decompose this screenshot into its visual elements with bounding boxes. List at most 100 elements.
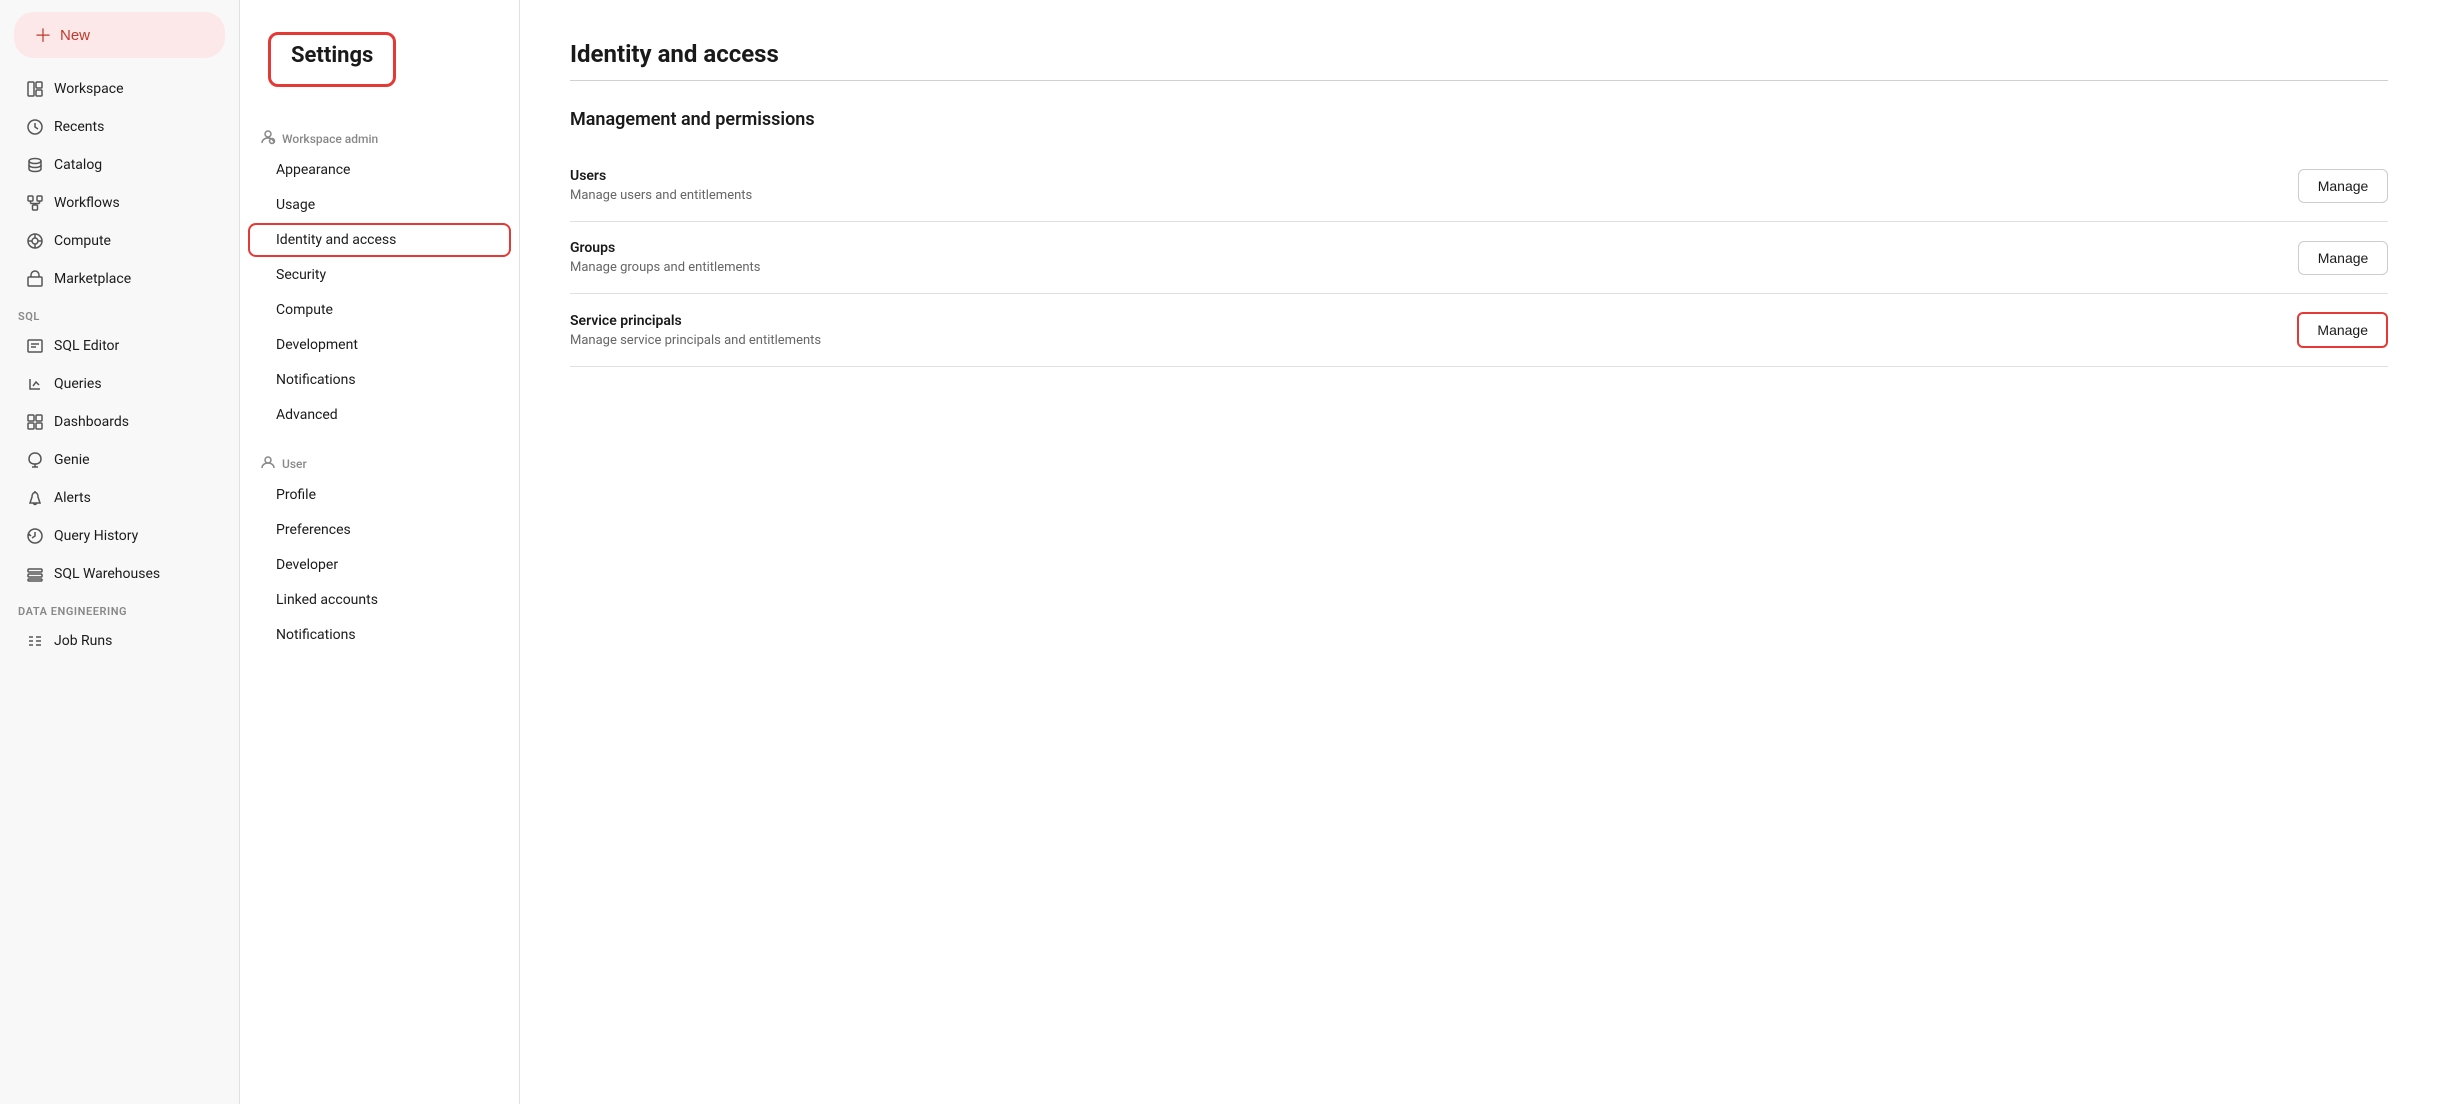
settings-preferences[interactable]: Preferences	[248, 513, 511, 547]
users-desc: Manage users and entitlements	[570, 188, 752, 203]
groups-manage-button[interactable]: Manage	[2298, 241, 2388, 275]
section-subtitle: Management and permissions	[570, 109, 2388, 130]
usage-label: Usage	[276, 197, 315, 213]
sql-section-label: SQL	[0, 298, 239, 327]
user-notifications-label: Notifications	[276, 627, 356, 643]
sidebar-item-workspace[interactable]: Workspace	[8, 71, 231, 107]
workflows-icon	[26, 194, 44, 212]
sidebar-item-alerts-label: Alerts	[54, 490, 91, 506]
developer-label: Developer	[276, 557, 338, 573]
linked-accounts-label: Linked accounts	[276, 592, 378, 608]
groups-desc: Manage groups and entitlements	[570, 260, 761, 275]
settings-development[interactable]: Development	[248, 328, 511, 362]
settings-usage[interactable]: Usage	[248, 188, 511, 222]
user-icon	[260, 454, 276, 473]
preferences-label: Preferences	[276, 522, 351, 538]
groups-name: Groups	[570, 240, 761, 256]
settings-user-notifications[interactable]: Notifications	[248, 618, 511, 652]
identity-and-access-label: Identity and access	[276, 232, 396, 248]
new-button[interactable]: ＋ New	[14, 12, 225, 58]
sidebar-item-query-history-label: Query History	[54, 528, 138, 544]
sidebar-item-sql-editor-label: SQL Editor	[54, 338, 119, 354]
sidebar-item-query-history[interactable]: Query History	[8, 518, 231, 554]
users-info: Users Manage users and entitlements	[570, 168, 752, 203]
sidebar-item-workflows[interactable]: Workflows	[8, 185, 231, 221]
sidebar-item-genie-label: Genie	[54, 452, 90, 468]
plus-icon: ＋	[34, 22, 52, 48]
sidebar-item-catalog[interactable]: Catalog	[8, 147, 231, 183]
sidebar-item-workflows-label: Workflows	[54, 195, 120, 211]
alerts-icon	[26, 489, 44, 507]
main-content: Identity and access Management and permi…	[520, 0, 2438, 1104]
workspace-icon	[26, 80, 44, 98]
settings-linked-accounts[interactable]: Linked accounts	[248, 583, 511, 617]
sidebar-item-alerts[interactable]: Alerts	[8, 480, 231, 516]
settings-advanced[interactable]: Advanced	[248, 398, 511, 432]
settings-developer[interactable]: Developer	[248, 548, 511, 582]
advanced-label: Advanced	[276, 407, 338, 423]
new-label: New	[60, 27, 90, 44]
genie-icon	[26, 451, 44, 469]
user-label: User	[282, 457, 307, 471]
compute-icon	[26, 232, 44, 250]
sidebar-item-genie[interactable]: Genie	[8, 442, 231, 478]
users-manage-button[interactable]: Manage	[2298, 169, 2388, 203]
workspace-admin-section: Workspace admin	[240, 119, 519, 152]
settings-notifications[interactable]: Notifications	[248, 363, 511, 397]
query-history-icon	[26, 527, 44, 545]
sidebar-item-dashboards-label: Dashboards	[54, 414, 129, 430]
sidebar-item-job-runs-label: Job Runs	[54, 633, 112, 649]
notifications-label: Notifications	[276, 372, 356, 388]
compute-label: Compute	[276, 302, 333, 318]
sidebar-item-queries-label: Queries	[54, 376, 102, 392]
settings-appearance[interactable]: Appearance	[248, 153, 511, 187]
service-principals-name: Service principals	[570, 313, 821, 329]
sidebar-item-sql-warehouses[interactable]: SQL Warehouses	[8, 556, 231, 592]
service-principals-info: Service principals Manage service princi…	[570, 313, 821, 348]
sidebar-item-compute-label: Compute	[54, 233, 111, 249]
sidebar-item-dashboards[interactable]: Dashboards	[8, 404, 231, 440]
marketplace-icon	[26, 270, 44, 288]
development-label: Development	[276, 337, 358, 353]
service-principals-row: Service principals Manage service princi…	[570, 294, 2388, 367]
settings-panel: Settings Workspace admin Appearance Usag…	[240, 0, 520, 1104]
sidebar-item-marketplace-label: Marketplace	[54, 271, 131, 287]
page-title: Identity and access	[570, 40, 2388, 68]
sidebar-item-compute[interactable]: Compute	[8, 223, 231, 259]
user-section: User	[240, 444, 519, 477]
service-principals-desc: Manage service principals and entitlemen…	[570, 333, 821, 348]
sidebar-item-recents[interactable]: Recents	[8, 109, 231, 145]
workspace-admin-icon	[260, 129, 276, 148]
sidebar-item-sql-editor[interactable]: SQL Editor	[8, 328, 231, 364]
settings-identity-and-access[interactable]: Identity and access	[248, 223, 511, 257]
users-name: Users	[570, 168, 752, 184]
queries-icon	[26, 375, 44, 393]
appearance-label: Appearance	[276, 162, 350, 178]
catalog-icon	[26, 156, 44, 174]
users-row: Users Manage users and entitlements Mana…	[570, 150, 2388, 222]
sidebar-item-recents-label: Recents	[54, 119, 104, 135]
title-divider	[570, 80, 2388, 81]
data-eng-section-label: Data Engineering	[0, 593, 239, 622]
sidebar-item-marketplace[interactable]: Marketplace	[8, 261, 231, 297]
security-label: Security	[276, 267, 326, 283]
groups-row: Groups Manage groups and entitlements Ma…	[570, 222, 2388, 294]
profile-label: Profile	[276, 487, 316, 503]
job-runs-icon	[26, 632, 44, 650]
workspace-admin-label: Workspace admin	[282, 132, 378, 146]
groups-info: Groups Manage groups and entitlements	[570, 240, 761, 275]
clock-icon	[26, 118, 44, 136]
settings-title: Settings	[268, 32, 396, 87]
dashboards-icon	[26, 413, 44, 431]
service-principals-manage-button[interactable]: Manage	[2297, 312, 2388, 348]
sidebar-item-catalog-label: Catalog	[54, 157, 102, 173]
settings-security[interactable]: Security	[248, 258, 511, 292]
settings-compute[interactable]: Compute	[248, 293, 511, 327]
settings-profile[interactable]: Profile	[248, 478, 511, 512]
sidebar-item-job-runs[interactable]: Job Runs	[8, 623, 231, 659]
sidebar-item-queries[interactable]: Queries	[8, 366, 231, 402]
sql-editor-icon	[26, 337, 44, 355]
sql-warehouses-icon	[26, 565, 44, 583]
sidebar-item-sql-warehouses-label: SQL Warehouses	[54, 566, 160, 582]
sidebar-item-workspace-label: Workspace	[54, 81, 124, 97]
